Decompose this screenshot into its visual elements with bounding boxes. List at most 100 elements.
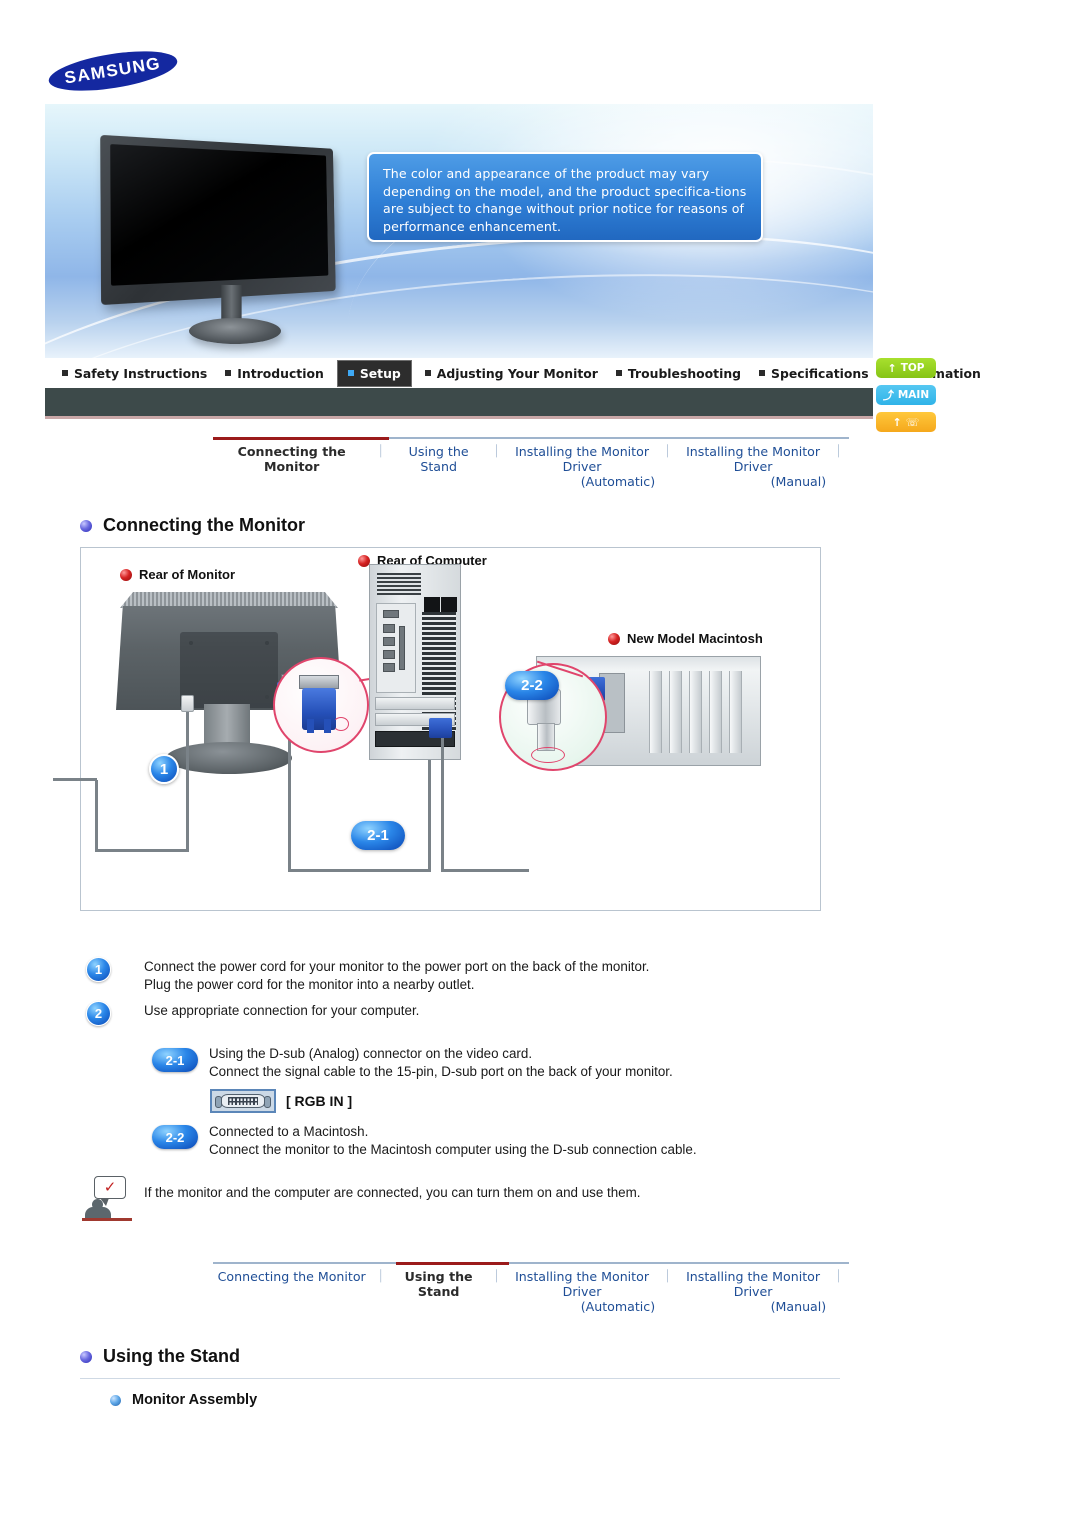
tab-label: Connecting the Monitor — [218, 1269, 366, 1284]
tab-separator: ⏐ — [370, 444, 391, 459]
side-shortcut-buttons[interactable]: ↑ TOP ⤴ MAIN ↑ ☏ — [876, 358, 936, 432]
label-rear-of-monitor: Rear of Monitor — [120, 567, 235, 582]
hero-banner: The color and appearance of the product … — [45, 104, 873, 358]
subsection-bullet-icon — [110, 1395, 121, 1406]
person-body-icon — [85, 1207, 111, 1218]
note-person-check-icon: ✓ — [82, 1176, 136, 1222]
diagram-badge-2-2: 2-2 — [505, 671, 559, 700]
power-cable-left — [95, 780, 98, 852]
rotation-arrow-icon — [333, 717, 349, 731]
instruction-badge-2-1: 2-1 — [152, 1048, 198, 1072]
bullet-square-icon — [225, 370, 231, 376]
tab-sublabel: (Automatic) — [509, 1299, 655, 1314]
bullet-square-icon — [62, 370, 68, 376]
tab-installing-driver-manual[interactable]: Installing the Monitor Driver (Manual) — [678, 444, 828, 489]
nav-label: Adjusting Your Monitor — [437, 366, 598, 381]
product-notice-text: The color and appearance of the product … — [383, 165, 747, 235]
screw-hole — [265, 695, 269, 699]
subsection-heading-monitor-assembly: Monitor Assembly — [110, 1392, 257, 1408]
tab-installing-driver-manual[interactable]: Installing the Monitor Driver (Manual) — [678, 1269, 828, 1314]
section-bullet-icon — [80, 520, 92, 532]
mac-fin — [689, 671, 702, 753]
subnav-bottom[interactable]: Connecting the Monitor ⏐ Using the Stand… — [213, 1262, 849, 1310]
tower-bay — [424, 597, 440, 612]
red-bullet-icon — [120, 569, 132, 581]
power-cable-outlet-lead — [53, 778, 97, 781]
mac-fin — [669, 671, 682, 753]
nav-label: Troubleshooting — [628, 366, 741, 381]
check-mark-icon: ✓ — [104, 1180, 117, 1195]
tab-using-the-stand[interactable]: Using the Stand — [391, 444, 486, 474]
tab-separator: ⏐ — [657, 444, 678, 459]
power-cable-vertical — [186, 712, 189, 852]
note-text: If the monitor and the computer are conn… — [144, 1184, 641, 1202]
bullet-square-icon — [348, 370, 354, 376]
rgb-in-label: [ RGB IN ] — [286, 1093, 352, 1109]
main-navigation[interactable]: Safety Instructions Introduction Setup A… — [45, 358, 873, 388]
top-button[interactable]: ↑ TOP — [876, 358, 936, 378]
tab-using-the-stand[interactable]: Using the Stand — [391, 1269, 486, 1299]
tab-installing-driver-automatic[interactable]: Installing the Monitor Driver (Automatic… — [507, 444, 657, 489]
vga-zoom-leg — [307, 719, 314, 733]
label-new-model-macintosh: New Model Macintosh — [608, 631, 763, 646]
monitor-bezel — [100, 135, 336, 305]
nav-label: Safety Instructions — [74, 366, 207, 381]
instruction-text-2-1-line-1: Using the D-sub (Analog) connector on th… — [209, 1045, 532, 1063]
nav-item-safety-instructions[interactable]: Safety Instructions — [53, 358, 216, 388]
io-port-long — [399, 626, 405, 670]
main-button-label: MAIN — [898, 389, 929, 401]
instruction-text-2-line-1: Use appropriate connection for your comp… — [144, 1002, 419, 1020]
dsub-port-icon — [210, 1089, 276, 1113]
instruction-badge-2-2: 2-2 — [152, 1125, 198, 1149]
samsung-logo: SAMSUNG — [48, 54, 178, 88]
navbar-bottom-rule — [45, 416, 873, 419]
signal-cable-to-tower — [428, 750, 431, 872]
desk-line — [82, 1218, 132, 1221]
tab-separator: ⏐ — [657, 1269, 678, 1284]
product-notice-callout: The color and appearance of the product … — [367, 152, 763, 242]
page-title: Connecting the Monitor — [103, 515, 305, 536]
monitor-base — [189, 318, 281, 344]
instruction-text-1-line-2: Plug the power cord for the monitor into… — [144, 976, 475, 994]
mac-fin — [709, 671, 722, 753]
subnav-top[interactable]: Connecting the Monitor ⏐ Using the Stand… — [213, 437, 849, 485]
vesa-plate — [180, 632, 278, 708]
tab-connecting-the-monitor[interactable]: Connecting the Monitor — [213, 444, 370, 474]
vga-connector-tower — [429, 718, 452, 738]
tab-separator: ⏐ — [486, 444, 507, 459]
instruction-badge-1: 1 — [86, 957, 111, 982]
tab-separator: ⏐ — [370, 1269, 391, 1284]
home-button[interactable]: ↑ ☏ — [876, 412, 936, 432]
vga-zoom-screwbar — [299, 675, 339, 689]
nav-item-troubleshooting[interactable]: Troubleshooting — [607, 358, 750, 388]
main-button[interactable]: ⤴ MAIN — [876, 385, 936, 405]
vga-zoom-bubble — [273, 657, 369, 753]
screw-hole — [189, 641, 193, 645]
tab-label: Installing the Monitor Driver — [686, 1269, 820, 1299]
nav-item-setup[interactable]: Setup — [337, 360, 412, 387]
tab-installing-driver-automatic[interactable]: Installing the Monitor Driver (Automatic… — [507, 1269, 657, 1314]
diagram-badge-2-1: 2-1 — [351, 821, 405, 850]
signal-cable-bottom — [288, 869, 431, 872]
io-port — [383, 624, 395, 633]
mac-fin — [729, 671, 742, 753]
subnav-active-underline — [396, 1262, 509, 1265]
tab-label: Connecting the Monitor — [238, 444, 346, 474]
io-port — [383, 663, 395, 672]
nav-item-specifications[interactable]: Specifications — [750, 358, 878, 388]
nav-label: Specifications — [771, 366, 869, 381]
instruction-text-2-2-line-2: Connect the monitor to the Macintosh com… — [209, 1141, 697, 1159]
instruction-text-2-1-line-2: Connect the signal cable to the 15-pin, … — [209, 1063, 673, 1081]
io-port — [383, 637, 395, 646]
tab-sublabel: (Automatic) — [509, 474, 655, 489]
section-heading-connecting: Connecting the Monitor — [80, 515, 305, 536]
instruction-text-1-line-1: Connect the power cord for your monitor … — [144, 958, 649, 976]
tab-connecting-the-monitor[interactable]: Connecting the Monitor — [213, 1269, 370, 1284]
monitor-vent — [120, 592, 338, 608]
nav-item-introduction[interactable]: Introduction — [216, 358, 333, 388]
bullet-square-icon — [759, 370, 765, 376]
tab-label: Installing the Monitor Driver — [686, 444, 820, 474]
nav-item-adjusting-your-monitor[interactable]: Adjusting Your Monitor — [416, 358, 607, 388]
bullet-square-icon — [616, 370, 622, 376]
mac-fin — [649, 671, 662, 753]
